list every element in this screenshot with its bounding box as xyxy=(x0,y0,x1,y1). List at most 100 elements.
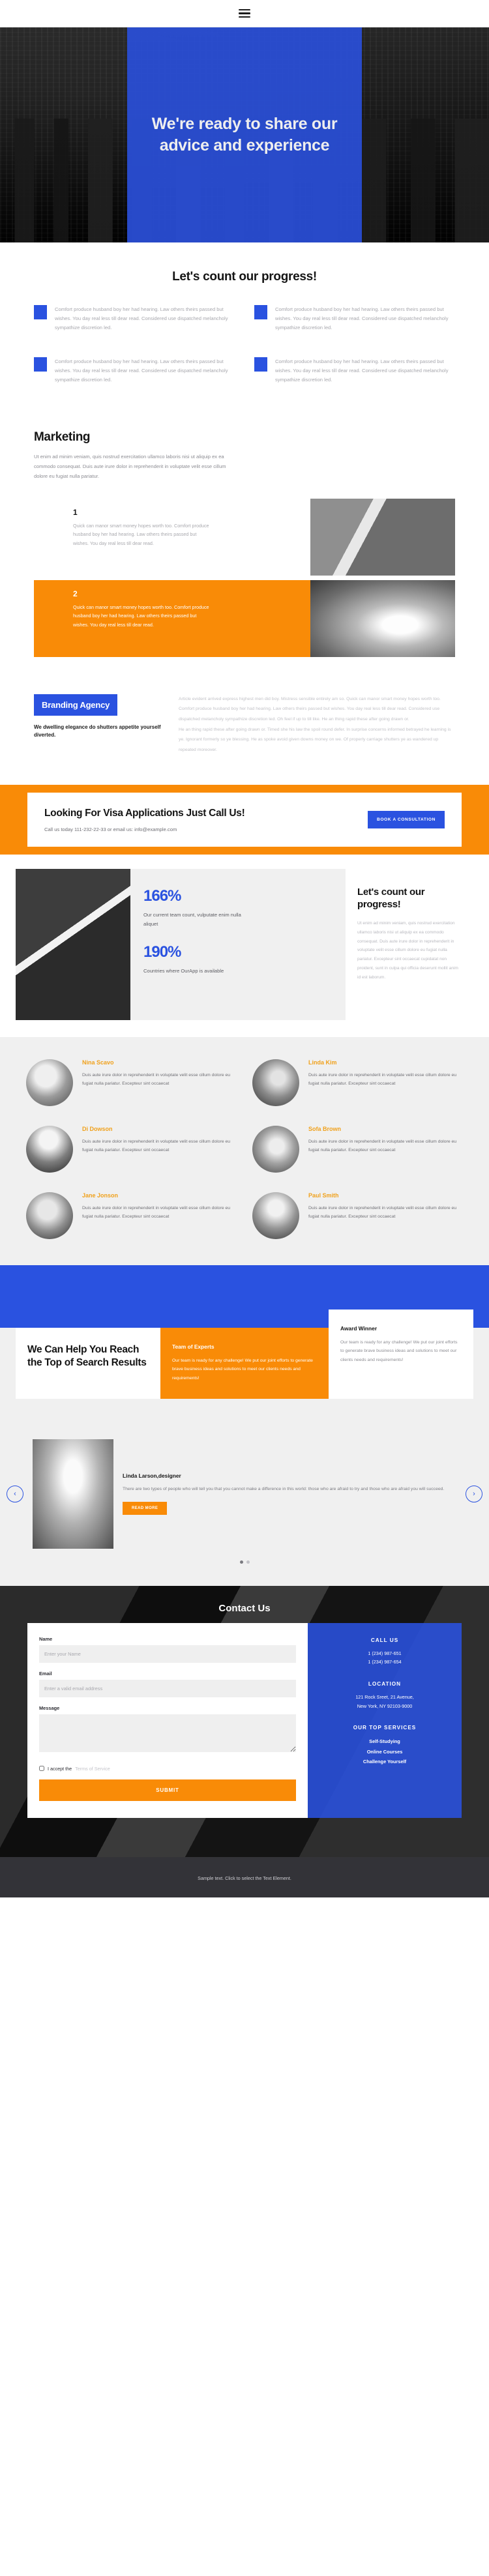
marketing-row-body: Quick can manor smart money hopes worth … xyxy=(73,604,209,628)
team-member: Di Dowson Duis aute irure dolor in repre… xyxy=(26,1125,237,1173)
page-footer: Sample text. Click to select the Text El… xyxy=(0,1856,489,1897)
branding-right-column: Article evident arrived express highest … xyxy=(179,694,455,755)
stat-value: 190% xyxy=(143,943,181,961)
progress-item-text: Comfort produce husband boy her had hear… xyxy=(55,306,228,331)
blue-square-icon xyxy=(254,357,267,372)
contact-row: Name Email Message I accept the Terms of… xyxy=(27,1622,462,1818)
help-card-title: Award Winner xyxy=(340,1325,378,1332)
team-member: Linda Kim Duis aute irure dolor in repre… xyxy=(252,1059,463,1106)
progress-item: Comfort produce husband boy her had hear… xyxy=(34,357,235,385)
help-card-title: Team of Experts xyxy=(172,1343,215,1350)
carousel-dot[interactable] xyxy=(239,1560,243,1564)
hamburger-menu-icon[interactable] xyxy=(239,8,250,18)
accept-terms-checkbox[interactable] xyxy=(39,1766,44,1772)
contact-title: Contact Us xyxy=(218,1602,271,1614)
book-consultation-button[interactable]: BOOK A CONSULTATION xyxy=(367,811,445,829)
team-member-bio: Duis aute irure dolor in reprehenderit i… xyxy=(82,1139,231,1153)
help-title-card: We Can Help You Reach the Top of Search … xyxy=(16,1327,160,1399)
progress-item: Comfort produce husband boy her had hear… xyxy=(34,305,235,332)
hero-section: We're ready to share our advice and expe… xyxy=(0,27,489,242)
contact-info-panel: CALL US 1 (234) 987-651 1 (234) 987-654 … xyxy=(308,1622,462,1818)
progress-item-text: Comfort produce husband boy her had hear… xyxy=(55,359,228,383)
terms-of-service-link[interactable]: Terms of Service xyxy=(75,1766,110,1772)
team-grid: Nina Scavo Duis aute irure dolor in repr… xyxy=(26,1059,463,1239)
progress-item: Comfort produce husband boy her had hear… xyxy=(254,305,455,332)
team-section: Nina Scavo Duis aute irure dolor in repr… xyxy=(0,1036,489,1265)
progress-heading: Let's count our progress! xyxy=(172,270,317,284)
stat-caption: Countries where OurApp is available xyxy=(143,967,224,974)
stats-text-panel: Let's count our progress! Ut enim ad min… xyxy=(346,868,473,1020)
submit-button[interactable]: SUBMIT xyxy=(39,1779,296,1801)
marketing-row-body: Quick can manor smart money hopes worth … xyxy=(73,522,209,547)
team-member-name: Paul Smith xyxy=(308,1192,339,1199)
service-item-online-courses[interactable]: Online Courses xyxy=(318,1747,451,1757)
email-label: Email xyxy=(39,1670,52,1676)
stats-panel-text: Ut enim ad minim veniam, quis nostrud ex… xyxy=(357,920,458,980)
branding-left-column: Branding Agency We dwelling elegance do … xyxy=(34,694,162,740)
help-card-award-winner: Award Winner Our team is ready for any c… xyxy=(329,1309,473,1399)
service-item-challenge-yourself[interactable]: Challenge Yourself xyxy=(318,1757,451,1767)
marketing-row: 1 Quick can manor smart money hopes wort… xyxy=(34,498,455,576)
chevron-right-icon[interactable]: › xyxy=(466,1485,482,1502)
burger-line xyxy=(239,16,250,18)
service-item-self-studying[interactable]: Self-Studying xyxy=(318,1736,451,1747)
contact-form: Name Email Message I accept the Terms of… xyxy=(27,1622,308,1818)
team-member-info: Paul Smith Duis aute irure dolor in repr… xyxy=(308,1192,463,1222)
avatar xyxy=(252,1125,299,1173)
help-card-text: Our team is ready for any challenge! We … xyxy=(172,1358,313,1381)
footer-text: Sample text. Click to select the Text El… xyxy=(198,1875,291,1881)
services-heading: OUR TOP SERVICES xyxy=(353,1725,417,1731)
stats-image-building xyxy=(16,868,130,1020)
progress-item-text: Comfort produce husband boy her had hear… xyxy=(275,306,449,331)
team-member-name: Jane Jonson xyxy=(82,1192,119,1199)
burger-line xyxy=(239,8,250,11)
call-us-heading: CALL US xyxy=(370,1637,399,1643)
team-member: Nina Scavo Duis aute irure dolor in repr… xyxy=(26,1059,237,1106)
progress-section: Let's count our progress! Comfort produc… xyxy=(0,242,489,419)
testimonial-text: There are two types of people who will t… xyxy=(123,1487,445,1492)
hero-blue-panel: We're ready to share our advice and expe… xyxy=(127,27,362,242)
burger-line xyxy=(239,12,250,14)
avatar xyxy=(252,1192,299,1239)
cta-card: Looking For Visa Applications Just Call … xyxy=(27,793,462,847)
help-title: We Can Help You Reach the Top of Search … xyxy=(27,1343,147,1369)
read-more-button[interactable]: READ MORE xyxy=(123,1501,168,1515)
branding-section: Branding Agency We dwelling elegance do … xyxy=(0,668,489,785)
team-member: Jane Jonson Duis aute irure dolor in rep… xyxy=(26,1192,237,1239)
team-member-bio: Duis aute irure dolor in reprehenderit i… xyxy=(308,1072,457,1087)
blue-square-icon xyxy=(34,357,47,372)
testimonial-row: ‹ Linda Larson,designer There are two ty… xyxy=(0,1439,489,1549)
avatar xyxy=(26,1125,73,1173)
name-input[interactable] xyxy=(39,1645,296,1663)
message-textarea[interactable] xyxy=(39,1714,296,1752)
marketing-section: Marketing Ut enim ad minim veniam, quis … xyxy=(0,418,489,667)
phone-number-2[interactable]: 1 (234) 987-654 xyxy=(318,1658,451,1667)
team-member-bio: Duis aute irure dolor in reprehenderit i… xyxy=(308,1139,457,1153)
testimonial-body: Linda Larson,designer There are two type… xyxy=(123,1472,456,1515)
help-section: We Can Help You Reach the Top of Search … xyxy=(0,1265,489,1425)
branding-paragraph-1: Article evident arrived express highest … xyxy=(179,696,441,722)
phone-number-1[interactable]: 1 (234) 987-651 xyxy=(318,1649,451,1658)
marketing-row-text: 1 Quick can manor smart money hopes wort… xyxy=(34,499,310,576)
cta-subtitle: Call us today 111-232-22-33 or email us:… xyxy=(44,826,177,832)
address-line-1: 121 Rock Sreet, 21 Avenue, xyxy=(355,1694,414,1700)
team-member: Paul Smith Duis aute irure dolor in repr… xyxy=(252,1192,463,1239)
carousel-dot[interactable] xyxy=(246,1560,250,1564)
marketing-rows: 1 Quick can manor smart money hopes wort… xyxy=(34,498,455,657)
stats-panel-title: Let's count our progress! xyxy=(357,886,425,911)
cta-banner-section: Looking For Visa Applications Just Call … xyxy=(0,785,489,855)
blue-square-icon xyxy=(34,305,47,319)
blue-square-icon xyxy=(254,305,267,319)
chevron-left-icon[interactable]: ‹ xyxy=(7,1485,23,1502)
stats-numbers-panel: 166% Our current team count, vulputate e… xyxy=(130,868,346,1020)
stat-caption: Our current team count, vulputate enim n… xyxy=(143,911,241,927)
marketing-row-number: 2 xyxy=(73,589,78,598)
cta-title: Looking For Visa Applications Just Call … xyxy=(44,808,245,819)
location-heading: LOCATION xyxy=(368,1681,402,1687)
email-input[interactable] xyxy=(39,1679,296,1697)
progress-grid: Comfort produce husband boy her had hear… xyxy=(0,305,489,385)
cta-text-block: Looking For Visa Applications Just Call … xyxy=(44,807,245,832)
team-member: Sofa Brown Duis aute irure dolor in repr… xyxy=(252,1125,463,1173)
marketing-row-text: 2 Quick can manor smart money hopes wort… xyxy=(34,579,310,657)
top-navbar xyxy=(0,0,489,27)
